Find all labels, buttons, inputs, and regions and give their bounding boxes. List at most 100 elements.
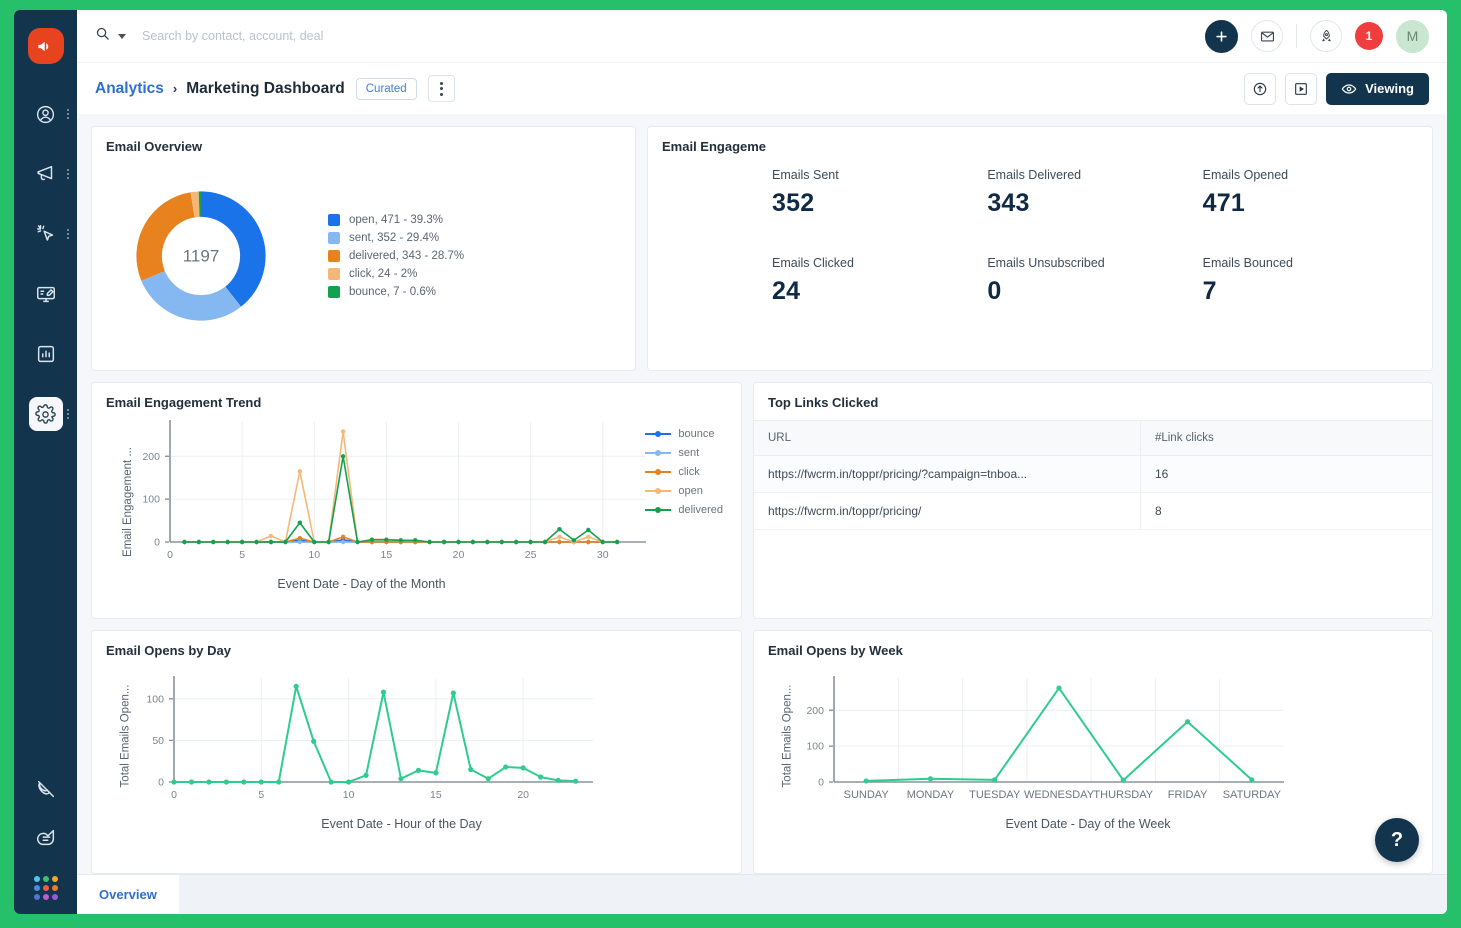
notification-badge[interactable]: 1 <box>1355 22 1383 50</box>
rocket-icon[interactable] <box>1310 20 1342 52</box>
sidebar-item-landing-pages[interactable] <box>14 274 77 314</box>
svg-text:15: 15 <box>430 789 442 801</box>
svg-text:30: 30 <box>597 549 609 561</box>
search-input[interactable] <box>134 29 514 43</box>
legend-label: click, 24 - 2% <box>349 268 417 280</box>
cell-url[interactable]: https://fwcrm.in/toppr/pricing/ <box>754 493 1140 530</box>
avatar[interactable]: M <box>1396 20 1429 53</box>
table-row[interactable]: https://fwcrm.in/toppr/pricing/8 <box>754 493 1432 530</box>
y-axis-title: Email Engagement ... <box>122 447 134 557</box>
top-bar: 1 M <box>77 10 1447 62</box>
breadcrumb-bar: Analytics › Marketing Dashboard Curated … <box>77 62 1447 114</box>
legend-item[interactable]: click <box>645 466 723 478</box>
y-axis-title: Total Emails Open... <box>119 685 131 788</box>
chat-bubble-icon[interactable] <box>35 827 57 854</box>
card-title: Top Links Clicked <box>754 395 1432 420</box>
dashboard-content: Email Overview 1197 open, 471 - 39.3% sen… <box>77 114 1447 874</box>
trend-chart-holder: Email Engagement ... 0100200051015202530… <box>106 410 727 591</box>
phone-off-icon[interactable] <box>35 778 57 805</box>
sidebar-more-dots[interactable] <box>67 229 69 239</box>
left-sidebar <box>14 10 77 914</box>
kpi-label: Emails Delivered <box>987 168 1202 182</box>
legend-swatch <box>328 232 340 244</box>
sidebar-bottom-group <box>14 778 77 900</box>
column-header-url[interactable]: URL <box>754 421 1140 456</box>
y-axis-title: Total Emails Open... <box>781 685 793 788</box>
legend-item[interactable]: delivered <box>645 504 723 516</box>
table-row[interactable]: https://fwcrm.in/toppr/pricing/?campaign… <box>754 456 1432 493</box>
svg-text:1197: 1197 <box>183 247 220 266</box>
export-upload-icon[interactable] <box>1244 73 1276 105</box>
sidebar-item-settings[interactable] <box>14 394 77 434</box>
svg-text:THURSDAY: THURSDAY <box>1093 789 1153 801</box>
table-header-row: URL #Link clicks <box>754 421 1432 456</box>
legend-item[interactable]: sent <box>645 447 723 459</box>
day-chart-holder: Total Emails Open... 05010005101520 Even… <box>106 658 727 831</box>
breadcrumb-parent-link[interactable]: Analytics <box>95 80 164 98</box>
week-chart-holder: Total Emails Open... 0100200SUNDAYMONDAY… <box>768 658 1418 831</box>
legend-label: open <box>678 485 702 497</box>
viewing-button[interactable]: Viewing <box>1326 73 1429 105</box>
legend-line-marker <box>645 433 671 435</box>
legend-line-marker <box>645 490 671 492</box>
kpi-cell: Emails Sent352 <box>772 168 987 218</box>
legend-item[interactable]: delivered, 343 - 28.7% <box>328 250 464 262</box>
card-opens-by-day: Email Opens by Day Total Emails Open... … <box>91 630 742 874</box>
kpi-label: Emails Bounced <box>1203 256 1418 270</box>
contact-person-icon <box>29 97 63 131</box>
breadcrumb-actions: Viewing <box>1244 73 1429 105</box>
svg-text:WEDNESDAY: WEDNESDAY <box>1024 789 1095 801</box>
card-opens-by-week: Email Opens by Week Total Emails Open...… <box>753 630 1433 874</box>
legend-item[interactable]: bounce, 7 - 0.6% <box>328 286 464 298</box>
card-title: Email Engagement Trend <box>106 395 727 410</box>
top-actions: 1 M <box>1205 20 1429 53</box>
chevron-down-icon[interactable] <box>118 34 126 39</box>
legend-item[interactable]: open <box>645 485 723 497</box>
play-square-icon[interactable] <box>1285 73 1317 105</box>
viewing-label: Viewing <box>1365 81 1414 96</box>
sidebar-item-contacts[interactable] <box>14 94 77 134</box>
legend-item[interactable]: click, 24 - 2% <box>328 268 464 280</box>
kpi-grid: Emails Sent352Emails Delivered343Emails … <box>662 168 1418 306</box>
tab-overview[interactable]: Overview <box>77 875 179 914</box>
help-button[interactable]: ? <box>1375 818 1419 862</box>
search-icon[interactable] <box>95 26 110 46</box>
add-button[interactable] <box>1205 20 1238 53</box>
envelope-icon[interactable] <box>1251 20 1283 52</box>
x-axis-title: Event Date - Hour of the Day <box>106 817 727 831</box>
svg-text:10: 10 <box>343 789 355 801</box>
svg-text:100: 100 <box>142 494 160 506</box>
screenshot-root: 1 M Analytics › Marketing Dashboard Cura… <box>0 0 1461 928</box>
app-logo[interactable] <box>28 28 64 64</box>
legend-line-marker <box>645 452 671 454</box>
cell-url[interactable]: https://fwcrm.in/toppr/pricing/?campaign… <box>754 456 1140 493</box>
legend-line-marker <box>645 509 671 511</box>
legend-item[interactable]: open, 471 - 39.3% <box>328 214 464 226</box>
sidebar-item-reports[interactable] <box>14 334 77 374</box>
kpi-cell: Emails Bounced7 <box>1203 256 1418 306</box>
more-options-button[interactable] <box>428 75 455 102</box>
card-title: Email Overview <box>106 139 621 154</box>
card-title: Email Opens by Day <box>106 643 727 658</box>
email-opens-by-day-chart[interactable]: 05010005101520 <box>138 672 713 804</box>
email-overview-donut[interactable]: 1197 <box>116 171 286 341</box>
legend-item[interactable]: sent, 352 - 29.4% <box>328 232 464 244</box>
sidebar-item-journeys[interactable] <box>14 214 77 254</box>
legend-label: sent <box>678 447 699 459</box>
legend-label: click <box>678 466 699 478</box>
kpi-value: 24 <box>772 277 987 306</box>
top-links-table: URL #Link clicks https://fwcrm.in/toppr/… <box>754 420 1432 530</box>
app-grid-icon[interactable] <box>34 876 58 900</box>
sidebar-more-dots[interactable] <box>67 169 69 179</box>
sidebar-more-dots[interactable] <box>67 109 69 119</box>
kpi-cell: Emails Clicked24 <box>772 256 987 306</box>
sidebar-more-dots[interactable] <box>67 409 69 419</box>
legend-item[interactable]: bounce <box>645 428 723 440</box>
email-opens-by-week-chart[interactable]: 0100200SUNDAYMONDAYTUESDAYWEDNESDAYTHURS… <box>800 672 1370 804</box>
svg-text:100: 100 <box>146 693 164 705</box>
eye-icon <box>1341 81 1357 97</box>
legend-label: delivered <box>678 504 723 516</box>
sidebar-item-campaigns[interactable] <box>14 154 77 194</box>
column-header-clicks[interactable]: #Link clicks <box>1140 421 1432 456</box>
legend-label: bounce, 7 - 0.6% <box>349 286 436 298</box>
